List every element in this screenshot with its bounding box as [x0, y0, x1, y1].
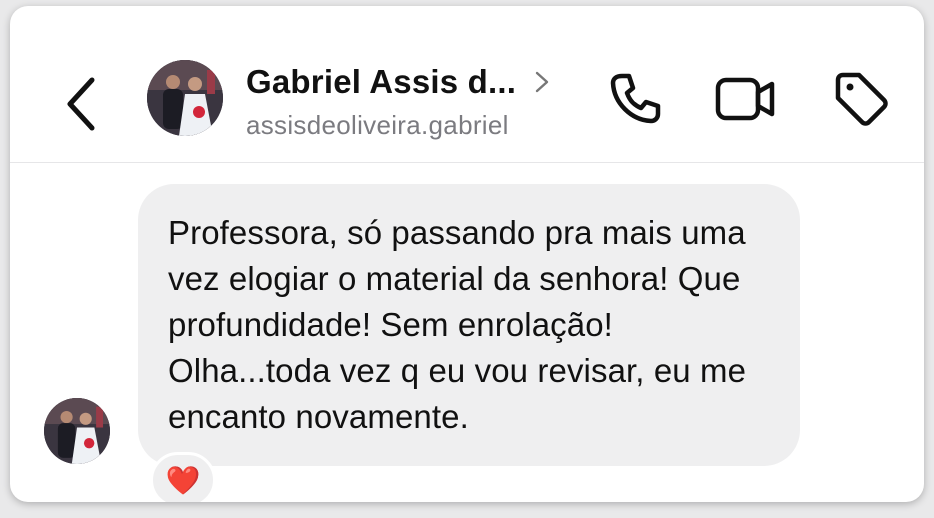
tag-icon — [835, 72, 888, 126]
call-button[interactable] — [605, 68, 665, 128]
message-reaction[interactable]: ❤️ — [150, 452, 216, 502]
tag-button[interactable] — [832, 70, 890, 128]
chat-window: Gabriel Assis d... assisdeoliveira.gabri… — [10, 6, 924, 502]
contact-profile-link[interactable]: Gabriel Assis d... — [246, 62, 550, 102]
contact-username: assisdeoliveira.gabriel — [246, 110, 509, 140]
back-button[interactable] — [62, 74, 102, 134]
video-camera-icon — [715, 77, 775, 121]
sender-avatar[interactable] — [44, 398, 110, 464]
avatar-photo — [147, 60, 223, 136]
heart-reaction-icon: ❤️ — [165, 464, 201, 496]
avatar[interactable] — [147, 60, 223, 136]
chevron-right-icon — [535, 71, 549, 93]
chat-header: Gabriel Assis d... assisdeoliveira.gabri… — [10, 6, 924, 163]
message-text: Professora, só passando pra mais uma vez… — [168, 214, 747, 435]
avatar-photo — [44, 398, 110, 464]
contact-name: Gabriel Assis d... — [246, 63, 517, 100]
chevron-left-icon — [67, 77, 95, 131]
phone-icon — [610, 73, 661, 124]
video-call-button[interactable] — [714, 72, 778, 126]
message-bubble[interactable]: Professora, só passando pra mais uma vez… — [138, 184, 800, 466]
